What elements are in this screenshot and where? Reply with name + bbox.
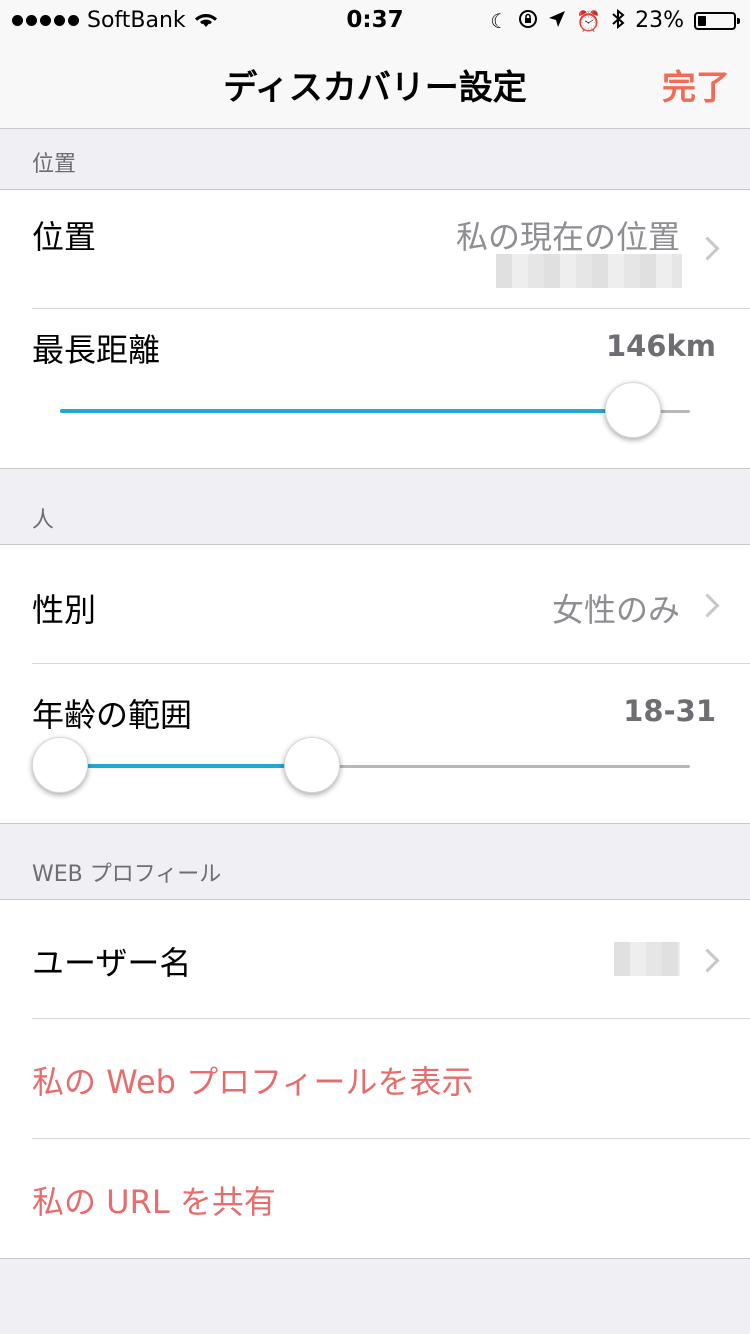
people-group: 性別 女性のみ 年齢の範囲 18-31 xyxy=(0,544,750,824)
location-value: 私の現在の位置 xyxy=(455,218,680,256)
location-label: 位置 xyxy=(32,218,97,256)
chevron-right-icon xyxy=(695,593,720,618)
age-slider-min-thumb[interactable] xyxy=(32,737,88,793)
redacted-username xyxy=(614,942,680,976)
username-label: ユーザー名 xyxy=(32,944,192,982)
chevron-right-icon xyxy=(695,236,720,261)
share-url-row[interactable]: 私の URL を共有 xyxy=(0,1139,750,1258)
battery-percent: 23% xyxy=(635,8,684,33)
rotation-lock-icon xyxy=(518,9,538,33)
share-url-link[interactable]: 私の URL を共有 xyxy=(32,1177,276,1223)
age-range-label: 年齢の範囲 xyxy=(32,696,193,734)
alarm-icon: ⏰ xyxy=(576,8,602,33)
distance-value: 146km xyxy=(605,329,716,363)
navigation-bar: ディスカバリー設定 完了 xyxy=(0,40,750,129)
distance-label: 最長距離 xyxy=(32,331,161,369)
distance-row: 最長距離 146km xyxy=(0,309,750,468)
username-row[interactable]: ユーザー名 xyxy=(0,900,750,1018)
location-group: 位置 私の現在の位置 最長距離 146km xyxy=(0,189,750,469)
status-bar: SoftBank 0:37 ☾ ⏰ 23% xyxy=(0,0,750,40)
age-range-row: 年齢の範囲 18-31 xyxy=(0,664,750,823)
section-header-people: 人 xyxy=(32,508,55,533)
distance-slider-fill xyxy=(60,409,634,413)
view-web-profile-row[interactable]: 私の Web プロフィールを表示 xyxy=(0,1019,750,1138)
battery-icon xyxy=(694,11,740,30)
section-header-web-profile: WEB プロフィール xyxy=(32,862,222,887)
redacted-location xyxy=(496,254,682,288)
bluetooth-icon xyxy=(611,8,625,33)
location-arrow-icon xyxy=(548,10,566,32)
chevron-right-icon xyxy=(695,948,720,973)
age-slider-max-thumb[interactable] xyxy=(284,737,340,793)
moon-icon: ☾ xyxy=(490,8,509,33)
gender-label: 性別 xyxy=(32,591,97,629)
age-slider-fill xyxy=(60,764,312,768)
status-right: ☾ ⏰ 23% xyxy=(490,8,740,33)
gender-value: 女性のみ xyxy=(551,591,680,629)
location-row[interactable]: 位置 私の現在の位置 xyxy=(0,190,750,308)
distance-slider-thumb[interactable] xyxy=(605,382,662,438)
gender-row[interactable]: 性別 女性のみ xyxy=(0,545,750,663)
age-range-value: 18-31 xyxy=(623,694,716,728)
done-button[interactable]: 完了 xyxy=(662,60,730,109)
page-title: ディスカバリー設定 xyxy=(223,68,527,108)
web-profile-group: ユーザー名 私の Web プロフィールを表示 私の URL を共有 xyxy=(0,899,750,1259)
section-header-location: 位置 xyxy=(32,152,77,177)
view-web-profile-link[interactable]: 私の Web プロフィールを表示 xyxy=(32,1057,473,1103)
